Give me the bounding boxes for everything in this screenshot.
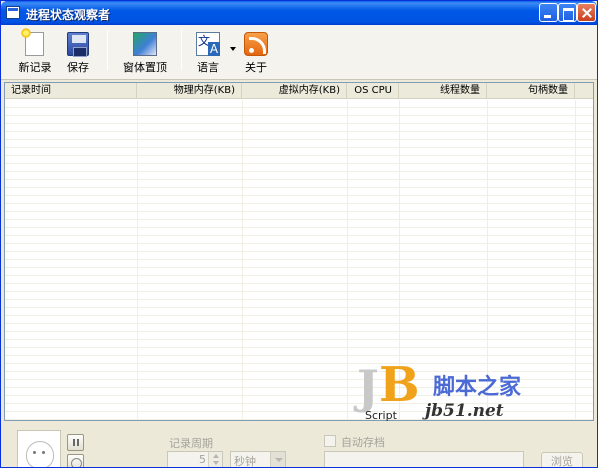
archive-path-field[interactable] (324, 451, 524, 467)
language-label: 语言 (197, 61, 219, 74)
logo-letter-b: B (379, 357, 420, 413)
browse-button[interactable]: 浏览 (541, 452, 583, 467)
logo-script-text: Script (365, 409, 397, 422)
toolbar: 新记录 保存 窗体置顶 语言 关于 (1, 25, 597, 80)
save-button[interactable]: 保存 (61, 29, 95, 75)
new-document-icon (21, 28, 44, 56)
language-button[interactable]: 语言 (191, 29, 225, 75)
auto-archive-label: 自动存档 (341, 436, 385, 449)
period-value: 5 (199, 453, 206, 466)
logo-letter-j: J (357, 360, 379, 414)
column-gridline (347, 100, 348, 420)
save-label: 保存 (67, 61, 89, 74)
window-top-label: 窗体置顶 (123, 61, 167, 74)
watermark-site-name: 脚本之家 (433, 375, 522, 400)
list-header: 记录时间 物理内存(KB) 虚拟内存(KB) OS CPU 线程数量 句柄数量 (5, 83, 593, 99)
watermark: J B Script 脚本之家 jb51.net (353, 361, 573, 423)
column-header-os-cpu[interactable]: OS CPU (347, 83, 399, 99)
window-top-button[interactable]: 窗体置顶 (117, 29, 173, 75)
period-stepper[interactable]: 5 (167, 451, 223, 467)
about-label: 关于 (245, 61, 267, 74)
watermark-url: jb51.net (425, 401, 504, 421)
column-gridline (137, 100, 138, 420)
column-header-record-time[interactable]: 记录时间 (5, 83, 137, 99)
new-record-button[interactable]: 新记录 (15, 28, 55, 75)
rss-info-icon (244, 32, 268, 56)
column-header-thread-count[interactable]: 线程数量 (399, 83, 487, 99)
column-header-physical-memory[interactable]: 物理内存(KB) (137, 83, 242, 99)
close-button[interactable] (577, 3, 596, 22)
chevron-down-icon[interactable] (270, 452, 285, 467)
period-unit-select[interactable]: 秒钟 (230, 451, 286, 468)
about-button[interactable]: 关于 (241, 29, 271, 75)
column-header-handle-count[interactable]: 句柄数量 (487, 83, 575, 99)
column-header-virtual-memory[interactable]: 虚拟内存(KB) (242, 83, 347, 99)
new-record-label: 新记录 (18, 61, 52, 74)
stepper-arrows-icon[interactable] (208, 452, 222, 467)
column-gridline (575, 100, 576, 420)
period-unit-value: 秒钟 (234, 455, 256, 468)
minimize-button[interactable] (539, 3, 558, 22)
toolbar-separator (107, 30, 108, 70)
language-dropdown-arrow-icon[interactable] (230, 47, 236, 51)
floppy-disk-icon (67, 32, 89, 57)
main-window: 进程状态观察者 新记录 保存 窗体置顶 语言 关于 记录时间 (0, 0, 598, 468)
jb51-logo: J B Script (353, 360, 420, 422)
stop-button[interactable] (67, 454, 84, 467)
column-gridline (242, 100, 243, 420)
record-period-label: 记录周期 (169, 437, 213, 450)
maximize-button[interactable] (558, 3, 577, 22)
pause-button[interactable] (67, 434, 84, 451)
language-translate-icon (196, 32, 220, 56)
toolbar-separator (181, 30, 182, 70)
title-bar[interactable]: 进程状态观察者 (1, 1, 597, 25)
window-pin-icon (133, 32, 157, 56)
app-icon (6, 6, 20, 19)
mascot-image (17, 430, 61, 467)
auto-archive-checkbox[interactable] (324, 435, 336, 447)
window-title: 进程状态观察者 (26, 8, 111, 22)
bottom-panel: 记录周期 5 秒钟 自动存档 浏览 (1, 423, 597, 468)
